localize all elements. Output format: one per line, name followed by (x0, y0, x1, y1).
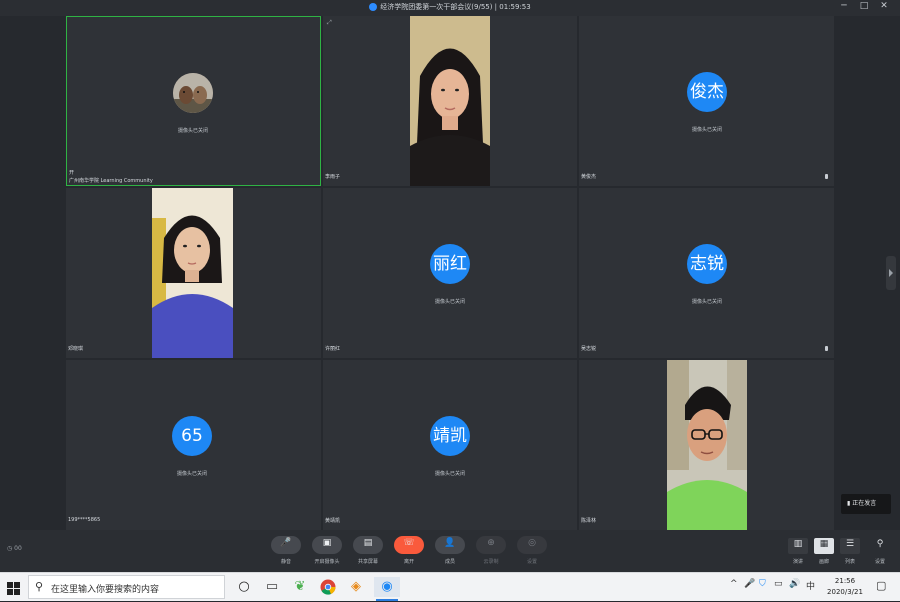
speaker-view-button[interactable]: ▥ (788, 538, 808, 554)
share-screen-icon: ▤ (363, 538, 373, 548)
participant-avatar: 丽红 (430, 244, 470, 284)
window-title: 经济学院团委第一次干部会议(9/55) | 01:59:53 (380, 3, 531, 11)
tray-mic-icon[interactable]: 🎤 (744, 579, 755, 589)
app-leaf-icon[interactable]: ❦ (290, 577, 310, 597)
participants-icon: 👤 (444, 538, 456, 548)
share-screen-button[interactable]: ▤ (353, 536, 383, 554)
ime-indicator[interactable]: 中 (806, 579, 815, 592)
participants-button[interactable]: 👤 (435, 536, 465, 554)
maximize-button[interactable]: □ (856, 1, 872, 11)
record-icon: ⊕ (487, 538, 495, 548)
taskbar-search-box[interactable]: ⚲ 在这里输入你要搜索的内容 (28, 575, 225, 599)
search-placeholder: 在这里输入你要搜索的内容 (51, 585, 160, 595)
profile-photo-avatar (173, 73, 213, 113)
speaking-indicator: ▮ 正在发言 (841, 494, 891, 514)
network-status: ◷ 00 (7, 545, 22, 552)
list-view-button[interactable]: ☰ (840, 538, 860, 554)
title-bar: 经济学院团委第一次干部会议(9/55) | 01:59:53 ─ □ ✕ (0, 0, 900, 16)
participant-video (410, 16, 490, 186)
settings-icon: ◎ (528, 538, 536, 548)
camera-off-text: 摄像头已关闭 (434, 299, 465, 305)
microphone-icon: 🎤 (280, 538, 292, 548)
participant-tile[interactable]: 丽红 摄像头已关闭 许丽红 (323, 188, 577, 358)
meeting-app-icon[interactable]: ◉ (374, 577, 400, 601)
speaker-view-icon: ▥ (793, 539, 803, 549)
participant-video (152, 188, 233, 358)
participant-name: 黄靖凯 (325, 518, 341, 524)
meeting-window: 经济学院团委第一次干部会议(9/55) | 01:59:53 ─ □ ✕ 摄像头… (0, 0, 900, 601)
camera-off-text: 摄像头已关闭 (176, 471, 207, 477)
more-settings-label: 设置 (874, 559, 885, 565)
notification-icon[interactable]: ▢ (876, 579, 886, 592)
location-icon: ⚲ (876, 539, 884, 549)
participant-avatar: 65 (172, 416, 212, 456)
taskbar-clock[interactable]: 21:56 2020/3/21 (822, 576, 868, 598)
mic-muted-icon (825, 346, 828, 351)
speaker-view-label: 演讲 (792, 559, 803, 565)
cloud-record-button[interactable]: ⊕ (476, 536, 506, 554)
mute-button[interactable]: 🎤 (271, 536, 301, 554)
list-view-label: 列表 (844, 559, 855, 565)
video-camera-icon: ▣ (322, 538, 332, 548)
settings-button[interactable]: ◎ (517, 536, 547, 554)
participant-org: 广州南华学院 Learning Community (69, 178, 153, 184)
list-view-icon: ☰ (845, 539, 855, 549)
tray-battery-icon[interactable]: ▭ (774, 579, 783, 589)
task-view-icon[interactable]: ○ (234, 577, 254, 597)
close-button[interactable]: ✕ (876, 1, 892, 11)
tray-security-icon[interactable]: ⛉ (759, 579, 766, 589)
gallery-view-label: 画廊 (818, 559, 829, 565)
expand-icon[interactable]: ⤢ (327, 19, 332, 27)
participant-tile[interactable]: 靖凯 摄像头已关闭 黄靖凯 (323, 360, 577, 530)
meeting-logo-icon (369, 3, 378, 11)
participant-name: 吴志锐 (581, 346, 597, 352)
windows-start-icon[interactable] (7, 580, 20, 599)
search-icon: ⚲ (35, 580, 44, 593)
participant-tile[interactable]: ⤢ 李雨子 (323, 16, 577, 186)
windows-taskbar: ⚲ 在这里输入你要搜索的内容 ○ ▭ ❦ ◈ ◉ ^ 🎤 ⛉ ▭ 🔊 中 21:… (0, 572, 900, 601)
participant-avatar: 靖凯 (430, 416, 470, 456)
camera-off-text: 摄像头已关闭 (434, 471, 465, 477)
participant-name: 199****5865 (68, 517, 101, 523)
participant-tile-host[interactable]: 摄像头已关闭 开 广州南华学院 Learning Community (66, 16, 321, 186)
participant-name: 黄俊杰 (581, 174, 597, 180)
participant-avatar: 俊杰 (687, 72, 727, 112)
clock-time: 21:56 (834, 577, 856, 585)
participant-name: 许丽红 (325, 346, 341, 352)
file-explorer-icon[interactable]: ▭ (262, 577, 282, 597)
settings-label: 设置 (526, 559, 537, 565)
more-settings-button[interactable]: ⚲ (870, 538, 890, 554)
leave-icon: ☏ (403, 538, 415, 548)
participant-name: 邓晓琪 (68, 346, 84, 352)
minimize-button[interactable]: ─ (836, 1, 852, 11)
chrome-icon[interactable] (318, 577, 338, 597)
camera-off-text: 摄像头已关闭 (691, 299, 722, 305)
participant-name: 李雨子 (325, 174, 341, 180)
gallery-view-icon: ▦ (819, 539, 829, 549)
mic-muted-icon (825, 174, 828, 179)
app-orange-icon[interactable]: ◈ (346, 577, 366, 597)
meeting-toolbar: ◷ 00 🎤 静音 ▣ 开启摄像头 ▤ 共享屏幕 ☏ 离开 👤 成员 ⊕ 云录制… (0, 530, 900, 572)
participant-tile[interactable]: 俊杰 摄像头已关闭 黄俊杰 (579, 16, 834, 186)
camera-off-text: 摄像头已关闭 (177, 128, 208, 134)
participant-name: 陈泽林 (581, 518, 597, 524)
participant-tile[interactable]: 邓晓琪 (66, 188, 321, 358)
participant-video (667, 360, 747, 530)
leave-button[interactable]: ☏ (394, 536, 424, 554)
participant-name: 开 (69, 170, 75, 176)
camera-off-text: 摄像头已关闭 (691, 127, 722, 133)
participant-avatar: 志锐 (687, 244, 727, 284)
participant-tile[interactable]: 65 摄像头已关闭 199****5865 (66, 360, 321, 530)
participant-tile[interactable]: 陈泽林 (579, 360, 834, 530)
tray-volume-icon[interactable]: 🔊 (789, 579, 800, 589)
start-video-button[interactable]: ▣ (312, 536, 342, 554)
gallery-view-button[interactable]: ▦ (814, 538, 834, 554)
clock-date: 2020/3/21 (827, 588, 863, 596)
animal-photo-icon (173, 73, 213, 113)
side-panel-toggle[interactable] (886, 256, 896, 290)
tray-overflow-icon[interactable]: ^ (730, 579, 738, 589)
participant-tile[interactable]: 志锐 摄像头已关闭 吴志锐 (579, 188, 834, 358)
